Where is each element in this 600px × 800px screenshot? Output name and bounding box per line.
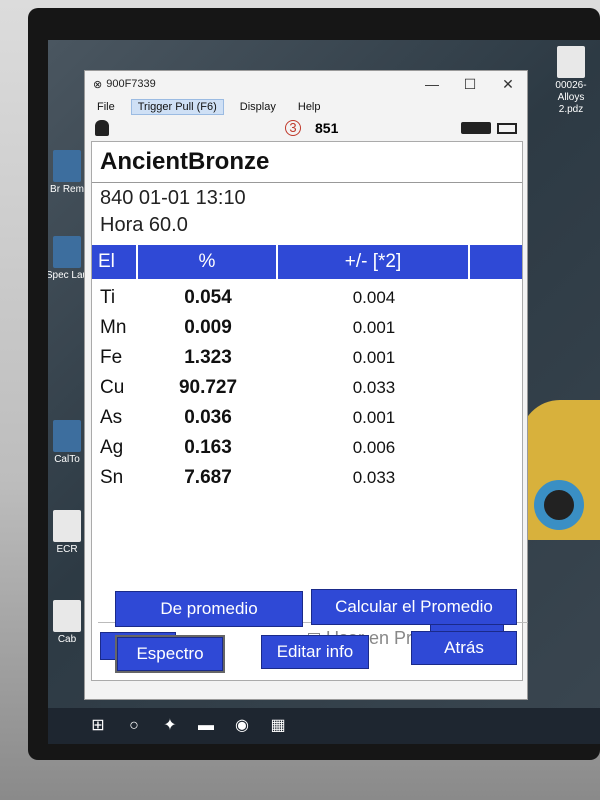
menu-help[interactable]: Help xyxy=(292,100,327,114)
results-table: Ti 0.054 0.004 Mn 0.009 0.001 Fe 1.323 0… xyxy=(92,279,522,493)
menu-display[interactable]: Display xyxy=(234,100,282,114)
reading-number: 851 xyxy=(315,120,339,136)
element-cell: Fe xyxy=(100,347,123,368)
element-cell: Cu xyxy=(100,377,125,398)
start-icon[interactable]: ⊞ xyxy=(88,716,108,736)
percent-cell: 90.727 xyxy=(178,377,238,398)
test-time: Hora 60.0 xyxy=(100,214,188,236)
table-row[interactable]: Sn 7.687 0.033 xyxy=(92,463,522,493)
element-cell: Mn xyxy=(100,317,127,338)
element-cell: Sn xyxy=(100,467,124,488)
menu-bar: File Trigger Pull (F6) Display Help xyxy=(85,97,527,117)
menu-file[interactable]: File xyxy=(91,100,121,114)
element-cell: Ti xyxy=(100,287,116,308)
calculate-average-button[interactable]: Calcular el Promedio xyxy=(311,589,517,625)
app-shortcut-icon xyxy=(53,236,81,268)
table-row[interactable]: Cu 90.727 0.033 xyxy=(92,373,522,403)
edit-info-button[interactable]: Editar info xyxy=(261,635,369,669)
error-cell: 0.033 xyxy=(352,378,396,397)
taskbar: ⊞ ○ ✦ ▬ ◉ ▦ xyxy=(48,708,600,744)
usb-icon xyxy=(461,122,491,134)
app-taskbar-icon[interactable]: ✦ xyxy=(160,716,180,736)
menu-trigger-pull[interactable]: Trigger Pull (F6) xyxy=(130,99,224,115)
file-icon xyxy=(557,46,585,78)
folder-icon[interactable]: ▬ xyxy=(196,716,216,736)
percent-cell: 1.323 xyxy=(184,347,232,368)
maximize-button[interactable]: ☐ xyxy=(451,76,489,93)
header-error[interactable]: +/- [*2] xyxy=(278,245,470,279)
percent-cell: 0.163 xyxy=(184,437,232,458)
spectrum-button[interactable]: Espectro xyxy=(115,635,225,673)
table-row[interactable]: Ag 0.163 0.006 xyxy=(92,433,522,463)
status-bar: 3 851 xyxy=(85,117,527,139)
desktop-file-icon[interactable]: 00026-Alloys 2.pdz xyxy=(548,46,594,116)
app-shortcut-icon xyxy=(53,420,81,452)
wallpaper-car xyxy=(520,400,600,540)
app-icon: ⊗ xyxy=(93,78,103,91)
error-cell: 0.001 xyxy=(352,348,396,367)
element-cell: As xyxy=(100,407,123,428)
element-cell: Ag xyxy=(100,437,124,458)
error-cell: 0.006 xyxy=(352,438,396,457)
table-row[interactable]: Fe 1.323 0.001 xyxy=(92,343,522,373)
app-shortcut-icon xyxy=(53,150,81,182)
header-empty xyxy=(470,245,522,279)
error-cell: 0.033 xyxy=(352,468,396,487)
percent-cell: 0.054 xyxy=(184,287,232,308)
browser-icon[interactable]: ◉ xyxy=(232,716,252,736)
back-button[interactable]: Atrás xyxy=(411,631,517,665)
search-icon[interactable]: ○ xyxy=(124,716,144,736)
close-button[interactable]: ✕ xyxy=(489,76,527,93)
test-info: 840 01-01 13:10 xyxy=(100,187,246,209)
percent-cell: 0.009 xyxy=(184,317,232,338)
app-shortcut-icon xyxy=(53,600,81,632)
from-average-button[interactable]: De promedio xyxy=(115,591,303,627)
window-title: 900F7339 xyxy=(106,78,156,90)
percent-cell: 7.687 xyxy=(184,467,232,488)
app-window: ⊗ 900F7339 — ☐ ✕ File Trigger Pull (F6) … xyxy=(84,70,528,700)
warning-badge[interactable]: 3 xyxy=(285,120,301,136)
operator-icon xyxy=(95,120,109,136)
header-percent[interactable]: % xyxy=(138,245,278,279)
table-row[interactable]: Mn 0.009 0.001 xyxy=(92,313,522,343)
error-cell: 0.001 xyxy=(352,318,396,337)
desktop-file-label: 00026-Alloys 2.pdz xyxy=(555,80,587,115)
battery-icon xyxy=(497,122,517,134)
error-cell: 0.004 xyxy=(352,288,396,307)
header-element[interactable]: El xyxy=(92,245,138,279)
table-row[interactable]: Ti 0.054 0.004 xyxy=(92,283,522,313)
app-shortcut-icon xyxy=(53,510,81,542)
table-row[interactable]: As 0.036 0.001 xyxy=(92,403,522,433)
table-header: El % +/- [*2] xyxy=(92,245,522,279)
title-bar: ⊗ 900F7339 — ☐ ✕ xyxy=(85,71,527,97)
minimize-button[interactable]: — xyxy=(413,76,451,92)
alloy-name: AncientBronze xyxy=(92,142,522,183)
keyboard-icon[interactable]: ▦ xyxy=(268,716,288,736)
error-cell: 0.001 xyxy=(352,408,396,427)
percent-cell: 0.036 xyxy=(184,407,232,428)
